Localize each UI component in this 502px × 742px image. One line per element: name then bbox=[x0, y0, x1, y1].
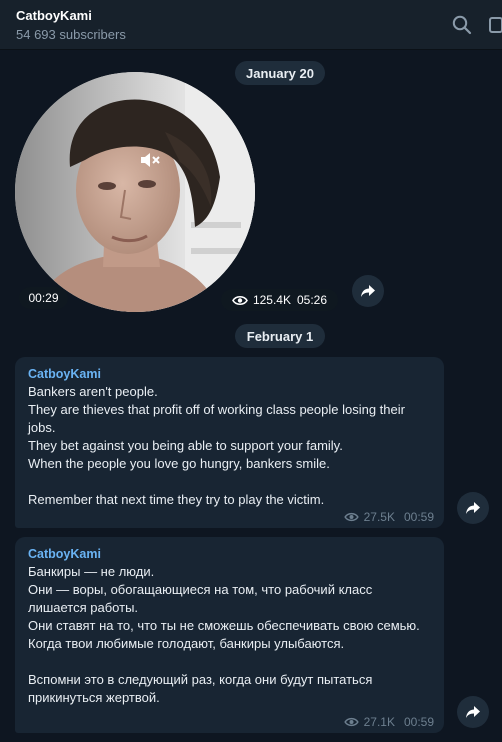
subscriber-count: 54 693 subscribers bbox=[16, 27, 126, 42]
date-separator: February 1 bbox=[235, 324, 325, 348]
view-count: 125.4K bbox=[252, 293, 291, 307]
message-time: 00:59 bbox=[403, 510, 434, 524]
eye-icon bbox=[343, 512, 359, 522]
view-count: 27.5K bbox=[363, 510, 395, 524]
message-time: 05:26 bbox=[297, 293, 328, 307]
message-bubble[interactable]: CatboyKami Банкиры — не люди. Они — воры… bbox=[15, 537, 444, 733]
message-text: Банкиры — не люди. Они — воры, обогащающ… bbox=[28, 564, 420, 705]
video-meta: 125.4K 05:26 bbox=[221, 289, 338, 311]
share-arrow-icon bbox=[466, 502, 480, 514]
view-count: 27.1K bbox=[363, 715, 395, 729]
eye-icon bbox=[232, 295, 248, 305]
round-video-message[interactable] bbox=[15, 72, 255, 312]
message-time: 00:59 bbox=[403, 715, 434, 729]
message-meta: 27.5K 00:59 bbox=[343, 510, 434, 524]
chat-window: CatboyKami 54 693 subscribers January 20 bbox=[0, 0, 502, 742]
more-icon[interactable] bbox=[489, 14, 502, 36]
search-icon[interactable] bbox=[451, 14, 473, 36]
message-meta: 27.1K 00:59 bbox=[343, 715, 434, 729]
share-button[interactable] bbox=[457, 696, 489, 728]
message-bubble[interactable]: CatboyKami Bankers aren't people. They a… bbox=[15, 357, 444, 528]
share-button[interactable] bbox=[352, 275, 384, 307]
video-duration: 00:29 bbox=[19, 287, 68, 309]
muted-speaker-icon[interactable] bbox=[139, 150, 161, 170]
date-separator: January 20 bbox=[235, 61, 325, 85]
chat-header: CatboyKami 54 693 subscribers bbox=[0, 0, 502, 50]
eye-icon bbox=[343, 717, 359, 727]
share-arrow-icon bbox=[361, 285, 375, 297]
share-button[interactable] bbox=[457, 492, 489, 524]
video-frame bbox=[15, 72, 255, 312]
channel-name[interactable]: CatboyKami bbox=[16, 8, 92, 23]
share-arrow-icon bbox=[466, 706, 480, 718]
sender-name[interactable]: CatboyKami bbox=[28, 546, 431, 562]
message-text: Bankers aren't people. They are thieves … bbox=[28, 384, 405, 507]
sender-name[interactable]: CatboyKami bbox=[28, 366, 431, 382]
